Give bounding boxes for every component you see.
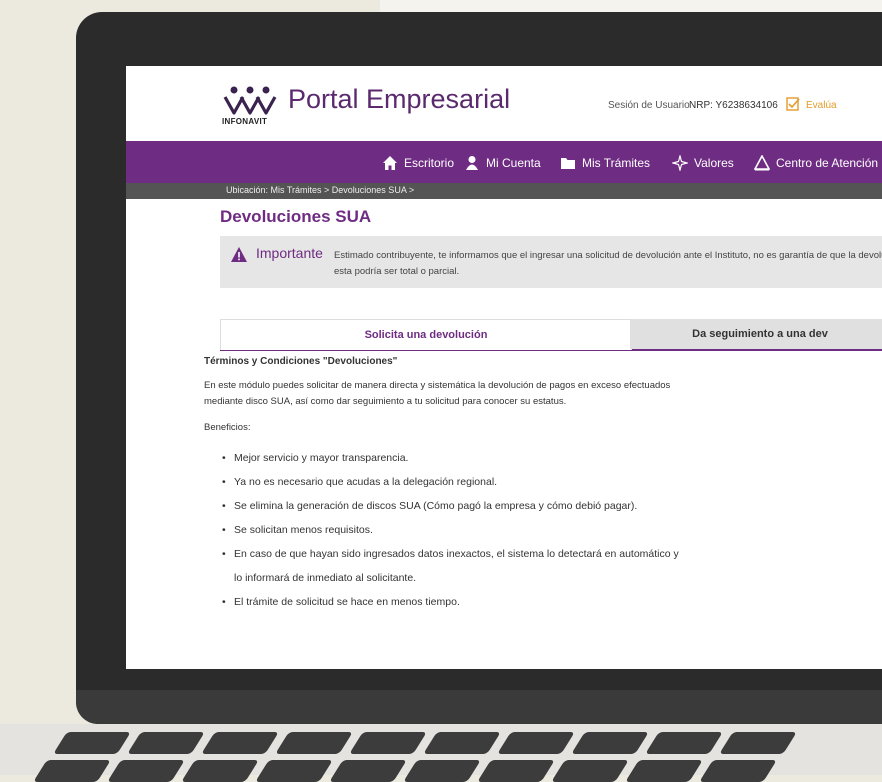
keyboard-key <box>107 760 185 782</box>
benefit-text: Ya no es necesario que acudas a la deleg… <box>234 476 498 488</box>
list-item: • El trámite de solicitud se hace en meno… <box>222 590 782 614</box>
list-item: • En caso de que hayan sido ingresados da… <box>222 542 782 566</box>
logo-text: INFONAVIT <box>222 117 268 126</box>
benefit-text: El trámite de solicitud se hace en menos… <box>234 596 460 608</box>
keyboard-key <box>497 732 575 754</box>
keyboard-key <box>275 732 353 754</box>
nav-label: Valores <box>694 156 734 170</box>
tab-solicita-devolucion[interactable]: Solicita una devolución <box>220 319 632 350</box>
tabs: Solicita una devolución Da seguimiento a… <box>220 319 882 351</box>
list-item: • Ya no es necesario que acudas a la dele… <box>222 470 782 494</box>
breadcrumb-bar: Ubicación: Mis Trámites > Devoluciones S… <box>126 183 882 199</box>
keyboard-key <box>423 732 501 754</box>
benefits-list: • Mejor servicio y mayor transparencia. •… <box>222 446 782 614</box>
keyboard-key <box>53 732 131 754</box>
laptop-screen: INFONAVIT Portal Empresarial Sesión de U… <box>126 66 882 669</box>
keyboard-row <box>33 760 777 782</box>
notice-text-line: Estimado contribuyente, te informamos qu… <box>334 250 882 261</box>
nav-item-escritorio[interactable]: Escritorio <box>382 155 454 171</box>
tab-seguimiento-devolucion[interactable]: Da seguimiento a una dev <box>630 319 882 349</box>
bullet: • <box>222 500 226 512</box>
keyboard-key <box>33 760 111 782</box>
session-link[interactable]: Sesión de Usuario <box>608 100 690 111</box>
keyboard-row <box>53 732 797 754</box>
warning-icon <box>754 155 770 171</box>
sparkle-icon <box>672 155 688 171</box>
nav-item-mi-cuenta[interactable]: Mi Cuenta <box>464 155 541 171</box>
keyboard-key <box>201 732 279 754</box>
keyboard-key <box>477 760 555 782</box>
bullet: • <box>222 476 226 488</box>
terms-title: Términos y Condiciones "Devoluciones" <box>204 356 398 367</box>
evaluate-icon[interactable] <box>786 97 800 111</box>
keyboard-key <box>403 760 481 782</box>
intro-line: En este módulo puedes solicitar de maner… <box>204 380 671 391</box>
bullet: • <box>222 452 226 464</box>
page-title: Devoluciones SUA <box>220 207 372 226</box>
keyboard-key <box>625 760 703 782</box>
nrp-label: NRP: Y6238634106 <box>689 100 778 111</box>
nav-item-mis-tramites[interactable]: Mis Trámites <box>560 155 650 171</box>
bullet: • <box>222 524 226 536</box>
evaluate-link[interactable]: Evalúa <box>806 100 837 111</box>
benefits-label: Beneficios: <box>204 422 251 433</box>
list-item-continuation: lo informará de inmediato al solicitante… <box>222 566 782 590</box>
keyboard-key <box>551 760 629 782</box>
benefit-text: Mejor servicio y mayor transparencia. <box>234 452 409 464</box>
keyboard-key <box>719 732 797 754</box>
notice-title: Importante <box>256 245 323 261</box>
intro-line: mediante disco SUA, así como dar seguimi… <box>204 396 567 407</box>
keyboard-key <box>645 732 723 754</box>
list-item: • Se solicitan menos requisitos. <box>222 518 782 542</box>
nav-item-centro-atencion[interactable]: Centro de Atención Em <box>754 155 882 171</box>
keyboard-key <box>699 760 777 782</box>
bullet: • <box>222 596 226 608</box>
main-nav: Escritorio Mi Cuenta Mis Trámites Valore… <box>126 141 882 183</box>
nav-label: Escritorio <box>404 156 455 170</box>
keyboard-key <box>329 760 407 782</box>
nav-label: Mis Trámites <box>582 156 651 170</box>
list-item: • Se elimina la generación de discos SUA … <box>222 494 782 518</box>
home-icon <box>383 156 397 170</box>
notice-text-line: esta podría ser total o parcial. <box>334 266 460 277</box>
important-notice: Importante Estimado contribuyente, te in… <box>220 236 882 288</box>
nav-label: Centro de Atención Em <box>776 156 882 170</box>
keyboard-key <box>571 732 649 754</box>
user-icon <box>466 156 478 170</box>
nav-item-valores[interactable]: Valores <box>672 155 734 171</box>
notice-text: Estimado contribuyente, te informamos qu… <box>334 248 882 280</box>
benefit-text: En caso de que hayan sido ingresados dat… <box>234 548 679 560</box>
list-item: • Mejor servicio y mayor transparencia. <box>222 446 782 470</box>
portal-title[interactable]: Portal Empresarial <box>288 84 510 115</box>
site-header: INFONAVIT Portal Empresarial Sesión de U… <box>126 66 882 132</box>
keyboard-key <box>127 732 205 754</box>
folder-icon <box>561 158 575 169</box>
keyboard-key <box>349 732 427 754</box>
nav-label: Mi Cuenta <box>486 156 541 170</box>
benefit-text: lo informará de inmediato al solicitante… <box>234 572 417 584</box>
laptop-bezel-bottom <box>76 690 882 724</box>
laptop-keyboard <box>0 724 882 782</box>
breadcrumb[interactable]: Ubicación: Mis Trámites > Devoluciones S… <box>226 185 414 195</box>
keyboard-key <box>255 760 333 782</box>
benefit-text: Se elimina la generación de discos SUA (… <box>234 500 638 512</box>
bullet: • <box>222 548 226 560</box>
keyboard-key <box>181 760 259 782</box>
alert-icon <box>231 247 247 262</box>
benefit-text: Se solicitan menos requisitos. <box>234 524 373 536</box>
intro-text: En este módulo puedes solicitar de maner… <box>204 378 724 410</box>
